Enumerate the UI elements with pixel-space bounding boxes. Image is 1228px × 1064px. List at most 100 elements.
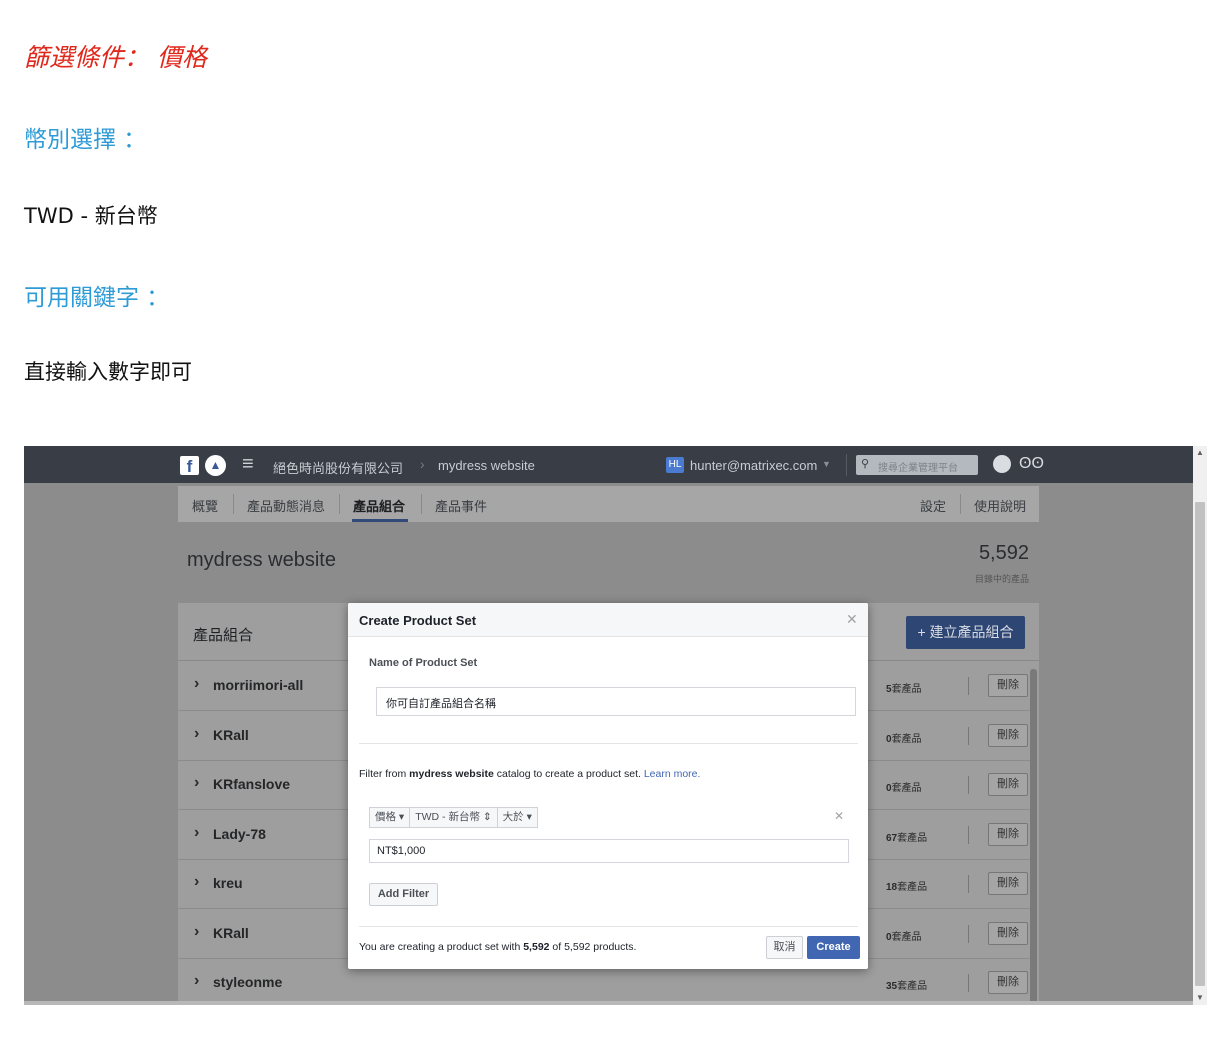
page-scrollbar[interactable]: ▲ ▼	[1193, 446, 1207, 1005]
learn-more-link[interactable]: Learn more.	[644, 768, 701, 780]
currency-value: TWD - 新台幣	[24, 204, 158, 228]
operator-dropdown[interactable]: 大於 ▾	[496, 807, 538, 828]
product-set-count: 0套產品	[886, 779, 922, 794]
filter-desc-prefix: Filter from	[359, 768, 410, 780]
close-icon[interactable]: ✕	[846, 611, 858, 628]
menu-icon[interactable]: ≡	[242, 453, 254, 476]
tab-product-events[interactable]: 產品事件	[435, 496, 487, 515]
dialog-title: Create Product Set	[359, 613, 477, 628]
account-name[interactable]: mydress website	[438, 458, 535, 473]
delete-button[interactable]: 刪除	[988, 822, 1028, 846]
topbar-divider	[846, 454, 847, 476]
user-badge: HL	[666, 457, 684, 473]
row-divider	[968, 974, 969, 992]
product-set-name-input[interactable]: 你可自訂產品組合名稱	[376, 687, 856, 716]
search-box[interactable]: ⚲ 搜尋企業管理平台	[856, 455, 978, 475]
filter-rule: 價格 ▾ TWD - 新台幣 ⇕ 大於 ▾	[369, 807, 538, 828]
row-divider	[968, 726, 969, 745]
user-dropdown-icon[interactable]: ▼	[822, 459, 831, 469]
product-set-count: 18套產品	[886, 878, 927, 893]
company-name[interactable]: 絕色時尚股份有限公司	[273, 458, 403, 477]
currency-heading: 幣別選擇 ：	[24, 127, 147, 153]
nav-divider	[421, 494, 422, 514]
expand-chevron-icon[interactable]: ›	[194, 824, 199, 842]
product-set-count: 35套產品	[886, 977, 927, 992]
scroll-up-arrow-icon[interactable]: ▲	[1193, 446, 1207, 460]
tab-product-sets[interactable]: 產品組合	[353, 496, 405, 515]
owl-icon[interactable]: ʘʘ	[1019, 455, 1044, 473]
expand-chevron-icon[interactable]: ›	[194, 675, 199, 693]
globe-icon[interactable]	[993, 455, 1011, 473]
dialog-header: Create Product Set ✕	[348, 603, 868, 637]
filter-field-dropdown[interactable]: 價格 ▾	[369, 807, 411, 828]
product-set-name[interactable]: morriimori-all	[213, 677, 303, 693]
expand-chevron-icon[interactable]: ›	[194, 774, 199, 792]
product-set-count-unit: 套產品	[891, 783, 922, 794]
business-logo-icon[interactable]: ▲	[205, 455, 226, 476]
tab-settings[interactable]: 設定	[920, 496, 946, 515]
footer-prefix: You are creating a product set with	[359, 941, 524, 953]
delete-button[interactable]: 刪除	[988, 872, 1028, 895]
search-placeholder: 搜尋企業管理平台	[878, 463, 958, 474]
expand-chevron-icon[interactable]: ›	[194, 873, 199, 891]
tab-overview[interactable]: 概覽	[192, 496, 218, 515]
product-sets-title: 產品組合	[193, 627, 254, 644]
expand-chevron-icon[interactable]: ›	[194, 923, 199, 941]
product-set-count: 5套產品	[886, 680, 922, 695]
delete-button[interactable]: 刪除	[988, 921, 1028, 945]
keyword-heading: 可用關鍵字 ：	[24, 285, 170, 311]
delete-button[interactable]: 刪除	[988, 723, 1028, 747]
footer-summary: You are creating a product set with 5,59…	[359, 941, 636, 953]
filter-description: Filter from mydress website catalog to c…	[359, 768, 700, 780]
product-set-name[interactable]: KRall	[213, 925, 249, 941]
product-set-count-number: 18	[886, 882, 898, 893]
product-set-name[interactable]: kreu	[213, 875, 243, 891]
filter-value-input[interactable]: NT$1,000	[369, 839, 849, 863]
user-email[interactable]: hunter@matrixec.com	[690, 458, 817, 473]
expand-chevron-icon[interactable]: ›	[194, 725, 199, 743]
expand-chevron-icon[interactable]: ›	[194, 972, 199, 990]
product-set-count-number: 67	[886, 832, 898, 844]
breadcrumb-chevron-icon: ›	[420, 456, 425, 472]
product-set-count-unit: 套產品	[891, 684, 922, 695]
product-set-count: 0套產品	[886, 928, 922, 943]
dialog-divider	[359, 926, 858, 927]
footer-count: 5,592	[523, 941, 550, 953]
delete-button[interactable]: 刪除	[988, 773, 1028, 796]
product-set-name[interactable]: styleonme	[213, 974, 282, 990]
create-product-set-dialog: Create Product Set ✕ Name of Product Set…	[348, 603, 868, 969]
scroll-down-arrow-icon[interactable]: ▼	[1193, 991, 1207, 1005]
row-divider	[968, 677, 969, 695]
facebook-logo-icon[interactable]: f	[180, 456, 199, 476]
panel-scrollbar[interactable]	[1030, 669, 1037, 1005]
product-set-name-value: 你可自訂產品組合名稱	[386, 698, 496, 710]
filter-heading: 篩選條件： 價格	[24, 43, 207, 72]
remove-filter-icon[interactable]: ✕	[834, 809, 844, 823]
create-button[interactable]: Create	[807, 936, 860, 959]
catalog-title: mydress website	[187, 549, 336, 571]
product-count: 5,592	[978, 542, 1029, 564]
product-set-name[interactable]: Lady-78	[213, 826, 266, 842]
currency-dropdown[interactable]: TWD - 新台幣 ⇕	[409, 807, 498, 828]
tab-help[interactable]: 使用說明	[974, 496, 1026, 515]
cancel-button[interactable]: 取消	[766, 936, 803, 959]
add-filter-button[interactable]: Add Filter	[369, 883, 438, 906]
product-set-count-number: 35	[886, 981, 898, 992]
create-product-set-button[interactable]: + 建立產品組合	[906, 616, 1025, 649]
product-set-name[interactable]: KRall	[213, 727, 249, 743]
row-divider	[968, 776, 969, 794]
filter-desc-suffix: catalog to create a product set.	[493, 768, 644, 780]
product-count-label: 目錄中的產品	[974, 574, 1029, 584]
filter-desc-catalog: mydress website	[409, 768, 494, 780]
sub-nav: 概覽 產品動態消息 產品組合 產品事件 設定 使用說明	[178, 486, 1039, 522]
product-set-count-unit: 套產品	[891, 931, 922, 943]
scroll-thumb[interactable]	[1195, 502, 1205, 986]
delete-button[interactable]: 刪除	[988, 674, 1028, 697]
delete-button[interactable]: 刪除	[988, 971, 1028, 994]
business-manager-screenshot: f ▲ ≡ 絕色時尚股份有限公司 › mydress website HL hu…	[24, 446, 1207, 1005]
product-set-name[interactable]: KRfanslove	[213, 776, 290, 792]
footer-suffix: of 5,592 products.	[549, 941, 637, 953]
tab-product-feeds[interactable]: 產品動態消息	[247, 496, 325, 515]
product-set-count-unit: 套產品	[897, 882, 928, 893]
product-set-count-unit: 套產品	[897, 981, 928, 992]
